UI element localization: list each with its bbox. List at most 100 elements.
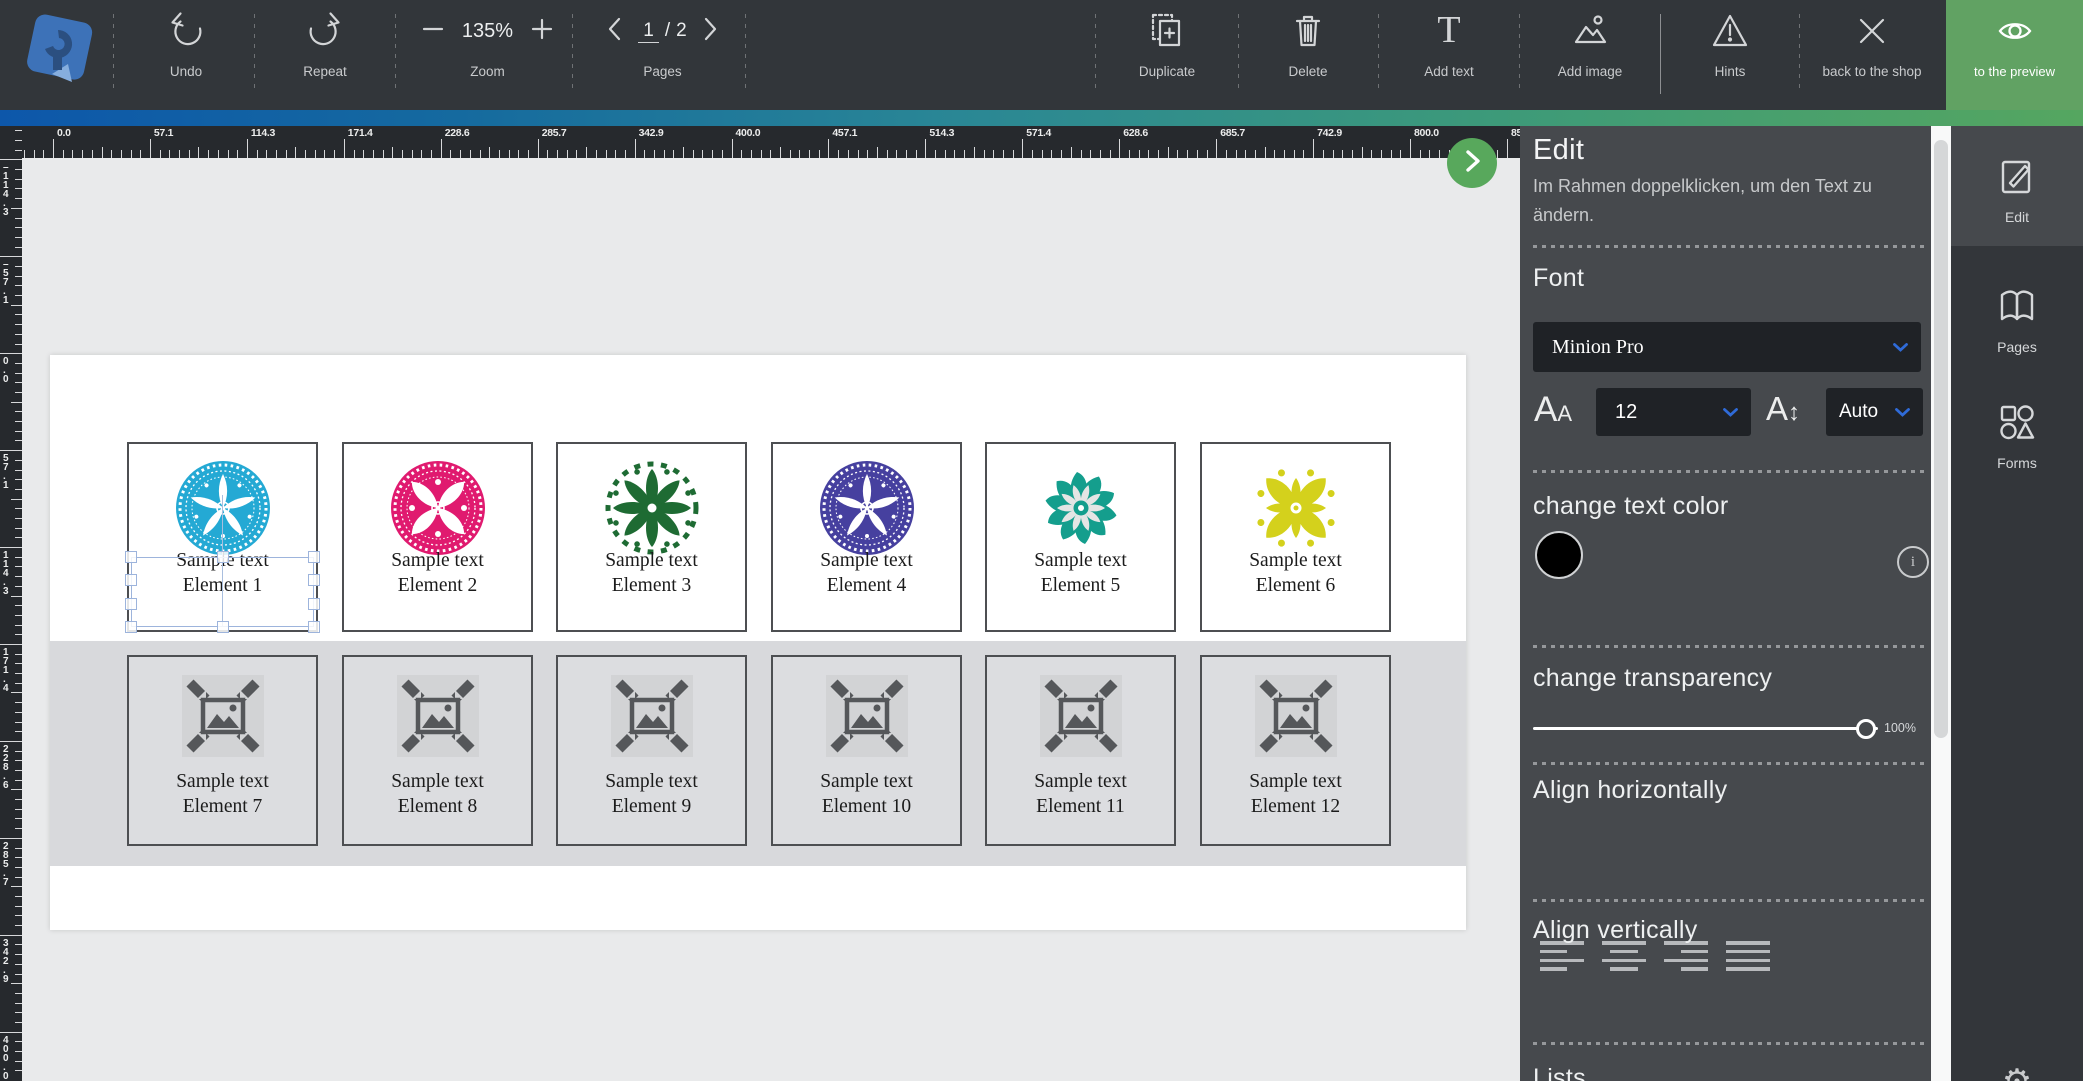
sidebar-item-forms[interactable]: Forms	[1951, 400, 2083, 471]
toolbar-separator	[1660, 14, 1661, 94]
selection-handle[interactable]	[217, 551, 229, 563]
collapse-panel-button[interactable]	[1447, 138, 1497, 188]
text-color-swatch[interactable]	[1535, 531, 1583, 579]
ruler-label: 742.9	[1317, 127, 1342, 139]
image-placeholder-icon[interactable]	[611, 675, 693, 762]
warning-icon	[1708, 0, 1752, 62]
element-text[interactable]: Sample textElement 6	[1202, 548, 1389, 598]
selection-handle[interactable]	[308, 598, 320, 610]
scrollbar-thumb[interactable]	[1934, 140, 1948, 738]
app-logo[interactable]	[22, 12, 97, 102]
sidebar-item-edit[interactable]: Edit	[1951, 154, 2083, 225]
undo-button[interactable]: Undo	[136, 0, 236, 110]
canvas-element-4[interactable]: Sample textElement 4	[771, 442, 962, 632]
selection-handle[interactable]	[125, 598, 137, 610]
canvas-element-7[interactable]: Sample textElement 7	[127, 655, 318, 846]
zoom-in-button[interactable]	[527, 14, 557, 49]
divider	[1533, 645, 1924, 648]
canvas-element-1[interactable]: Sample textElement 1	[127, 442, 318, 632]
canvas-element-10[interactable]: Sample textElement 10	[771, 655, 962, 846]
toolbar-separator	[1799, 14, 1800, 94]
canvas-element-5[interactable]: Sample textElement 5	[985, 442, 1176, 632]
ornament-graphic[interactable]	[819, 460, 915, 561]
canvas-element-9[interactable]: Sample textElement 9	[556, 655, 747, 846]
ornament-graphic[interactable]	[604, 460, 700, 561]
align-right-button[interactable]	[1664, 941, 1708, 971]
element-text[interactable]: Sample textElement 9	[558, 769, 745, 819]
line-spacing-value: Auto	[1826, 401, 1895, 423]
ornament-graphic[interactable]	[175, 460, 271, 561]
add-text-button[interactable]: T Add text	[1384, 0, 1514, 110]
element-text[interactable]: Sample textElement 2	[344, 548, 531, 598]
element-text[interactable]: Sample textElement 8	[344, 769, 531, 819]
image-placeholder-icon[interactable]	[182, 675, 264, 762]
element-text[interactable]: Sample textElement 11	[987, 769, 1174, 819]
repeat-button[interactable]: Repeat	[275, 0, 375, 110]
canvas-element-12[interactable]: Sample textElement 12	[1200, 655, 1391, 846]
ornament-graphic[interactable]	[1248, 460, 1344, 561]
canvas-element-6[interactable]: Sample textElement 6	[1200, 442, 1391, 632]
align-v-title: Align vertically	[1533, 916, 1698, 945]
image-placeholder-icon[interactable]	[826, 675, 908, 762]
image-placeholder-icon[interactable]	[397, 675, 479, 762]
element-text[interactable]: Sample textElement 12	[1202, 769, 1389, 819]
next-page-button[interactable]	[699, 15, 721, 48]
current-page-input[interactable]: 1	[638, 20, 659, 43]
ornament-graphic[interactable]	[1033, 460, 1129, 561]
selection-handle[interactable]	[308, 551, 320, 563]
image-placeholder-icon[interactable]	[1040, 675, 1122, 762]
transparency-slider-knob[interactable]	[1856, 719, 1876, 739]
selection-handle[interactable]	[217, 621, 229, 633]
transparency-title: change transparency	[1533, 664, 1772, 693]
ornament-graphic[interactable]	[390, 460, 486, 561]
element-text[interactable]: Sample textElement 10	[773, 769, 960, 819]
element-text[interactable]: Sample textElement 3	[558, 548, 745, 598]
selection-handle[interactable]	[125, 574, 137, 586]
sidebar-item-pages[interactable]: Pages	[1951, 284, 2083, 355]
element-text[interactable]: Sample textElement 7	[129, 769, 316, 819]
ruler-label: 57.1	[154, 127, 173, 139]
add-image-button[interactable]: Add image	[1525, 0, 1655, 110]
element-text[interactable]: Sample textElement 4	[773, 548, 960, 598]
info-icon[interactable]: i	[1897, 546, 1929, 578]
ruler-label: 800.0	[1414, 127, 1439, 139]
canvas-element-8[interactable]: Sample textElement 8	[342, 655, 533, 846]
prev-page-button[interactable]	[604, 15, 626, 48]
chevron-right-icon	[1459, 148, 1485, 179]
hints-button[interactable]: Hints	[1665, 0, 1795, 110]
align-left-button[interactable]	[1540, 941, 1584, 971]
ruler-label: 857.1	[1511, 127, 1520, 139]
canvas-element-3[interactable]: Sample textElement 3	[556, 442, 747, 632]
ruler-label: 285.7	[3, 842, 9, 887]
font-section-title: Font	[1533, 264, 1584, 293]
to-preview-button[interactable]: to the preview	[1946, 0, 2083, 110]
forms-icon	[1995, 400, 2039, 449]
element-text[interactable]: Sample textElement 5	[987, 548, 1174, 598]
delete-button[interactable]: Delete	[1243, 0, 1373, 110]
settings-gear-icon[interactable]: ⚙	[1951, 1062, 2083, 1081]
image-placeholder-icon[interactable]	[1255, 675, 1337, 762]
pages-control: 1 / 2 Pages	[590, 0, 735, 110]
selection-handle[interactable]	[125, 621, 137, 633]
align-center-button[interactable]	[1602, 941, 1646, 971]
selection-handle[interactable]	[308, 574, 320, 586]
font-size-select[interactable]: 12	[1596, 388, 1751, 436]
align-h-title: Align horizontally	[1533, 776, 1727, 805]
eye-icon	[1991, 0, 2039, 62]
canvas-element-11[interactable]: Sample textElement 11	[985, 655, 1176, 846]
ruler-label: –114.3	[3, 163, 9, 217]
selection-handle[interactable]	[308, 621, 320, 633]
align-justify-button[interactable]	[1726, 941, 1770, 971]
selection-handle[interactable]	[125, 551, 137, 563]
duplicate-button[interactable]: Duplicate	[1102, 0, 1232, 110]
back-to-shop-button[interactable]: back to the shop	[1802, 0, 1942, 110]
line-spacing-select[interactable]: Auto	[1826, 388, 1923, 436]
ruler-label: 114.3	[3, 551, 9, 596]
zoom-out-button[interactable]	[418, 14, 448, 49]
font-family-select[interactable]: Minion Pro	[1533, 322, 1921, 372]
transparency-slider-track[interactable]	[1533, 727, 1878, 730]
ruler-label: 171.4	[348, 127, 373, 139]
ruler-label: 342.9	[3, 939, 9, 984]
zoom-control: 135% Zoom	[405, 0, 570, 110]
canvas-element-2[interactable]: Sample textElement 2	[342, 442, 533, 632]
